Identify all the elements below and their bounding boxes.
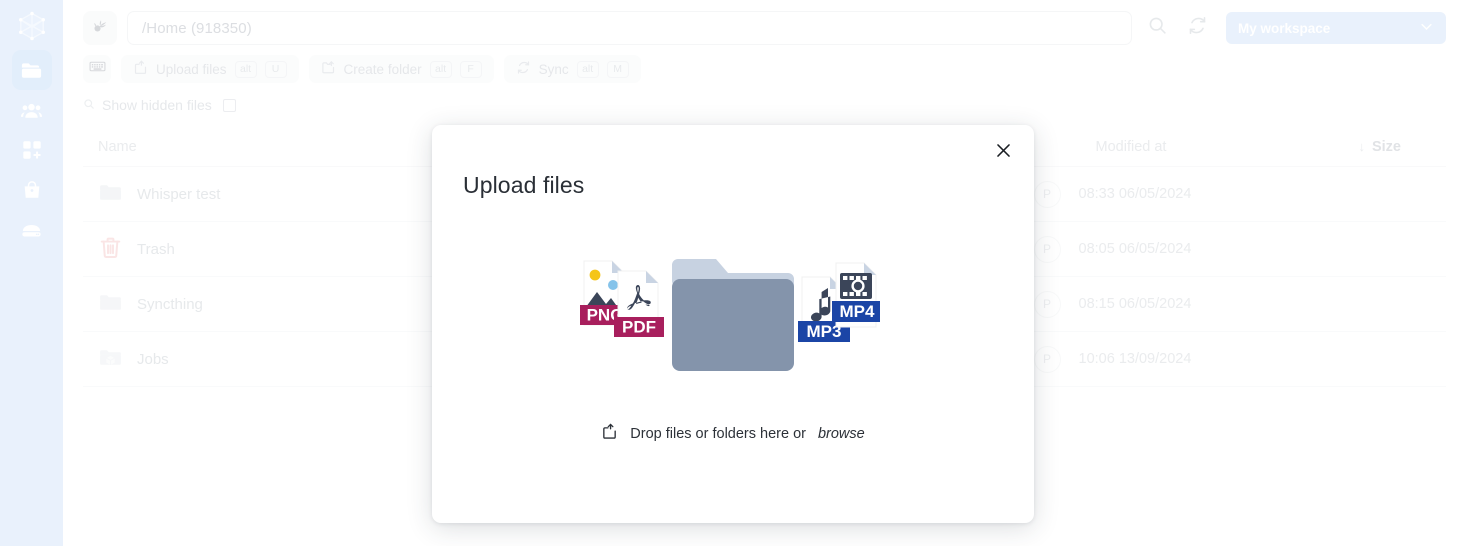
row-modified-label: 08:33 06/05/2024 xyxy=(1078,186,1192,202)
row-name-label: Whisper test xyxy=(137,185,221,203)
upload-icon xyxy=(133,60,148,78)
folder-icon xyxy=(98,290,123,319)
create-folder-label: Create folder xyxy=(343,61,422,77)
sidebar-item-server[interactable] xyxy=(12,210,52,250)
sync-key-letter: M xyxy=(606,60,629,78)
sidebar-item-users[interactable] xyxy=(12,90,52,130)
users-icon xyxy=(20,99,43,122)
close-button[interactable] xyxy=(988,138,1018,168)
keyboard-shortcuts-button[interactable] xyxy=(83,55,111,83)
upload-files-dialog: Upload files PNG PDF MP3 MP4 Drop files … xyxy=(432,125,1034,523)
sidebar-item-logo[interactable] xyxy=(12,6,52,46)
olive-branch-button[interactable] xyxy=(83,11,117,45)
server-icon xyxy=(20,219,43,242)
search-icon xyxy=(1147,15,1168,41)
sidebar-item-files[interactable] xyxy=(11,50,52,90)
apps-add-icon xyxy=(21,139,43,161)
create-folder-key-alt: alt xyxy=(429,60,452,78)
sync-button[interactable]: Sync alt M xyxy=(503,55,641,83)
keyboard-icon xyxy=(89,58,106,80)
folder-icon xyxy=(20,59,43,82)
row-modified-label: 08:05 06/05/2024 xyxy=(1078,241,1192,257)
toolbar: Upload files alt U Create folder alt F S… xyxy=(63,45,1458,83)
file-types-illustration: PNG PDF MP3 MP4 xyxy=(580,259,880,371)
upload-icon xyxy=(601,423,618,444)
olive-branch-icon xyxy=(90,15,111,41)
svg-text:MP4: MP4 xyxy=(840,302,876,321)
row-name-label: Trash xyxy=(137,240,175,258)
sidebar-item-store[interactable] xyxy=(12,170,52,210)
mp4-file-card: MP4 xyxy=(832,262,880,328)
svg-text:PDF: PDF xyxy=(622,318,656,337)
sync-icon xyxy=(516,60,531,78)
sidebar-item-apps[interactable] xyxy=(12,130,52,170)
pdf-file-card: PDF xyxy=(614,270,664,337)
workspace-label: My workspace xyxy=(1238,20,1331,36)
show-hidden-files-label: Show hidden files xyxy=(102,97,212,113)
avatar: P xyxy=(1033,235,1061,263)
create-folder-key-letter: F xyxy=(459,60,482,78)
create-folder-button[interactable]: Create folder alt F xyxy=(308,55,494,83)
column-header-size-label: Size xyxy=(1371,138,1401,155)
chevron-down-icon xyxy=(1419,19,1434,37)
path-input[interactable]: /Home (918350) xyxy=(127,11,1132,45)
upload-illustration: PNG PDF MP3 MP4 xyxy=(578,255,888,375)
folder-icon xyxy=(98,180,123,209)
dropzone-text: Drop files or folders here or browse xyxy=(601,423,865,444)
refresh-button[interactable] xyxy=(1182,13,1212,43)
file-manager-window: /Home (918350) My workspace Upload files… xyxy=(0,0,1458,546)
avatar: P xyxy=(1033,345,1061,373)
search-small-icon xyxy=(83,97,95,113)
dropzone-text-prefix: Drop files or folders here or xyxy=(630,425,806,442)
row-modified-label: 10:06 13/09/2024 xyxy=(1078,351,1192,367)
column-header-size[interactable]: ↓ Size xyxy=(1281,139,1401,155)
show-hidden-files-checkbox[interactable] xyxy=(222,98,236,112)
upload-files-key-letter: U xyxy=(264,60,287,78)
row-name-label: Jobs xyxy=(137,350,169,368)
search-button[interactable] xyxy=(1142,13,1172,43)
avatar: P xyxy=(1033,290,1061,318)
sort-arrow-icon: ↓ xyxy=(1358,139,1365,154)
sync-key-alt: alt xyxy=(576,60,599,78)
sync-label: Sync xyxy=(538,61,569,77)
upload-files-button[interactable]: Upload files alt U xyxy=(121,55,299,83)
row-modified-label: 08:15 06/05/2024 xyxy=(1078,296,1192,312)
top-bar: /Home (918350) My workspace xyxy=(63,0,1458,45)
upload-files-label: Upload files xyxy=(156,61,227,77)
browse-link[interactable]: browse xyxy=(818,426,865,442)
path-value: /Home (918350) xyxy=(142,19,252,37)
bag-icon xyxy=(21,179,43,201)
upload-files-key-alt: alt xyxy=(234,60,257,78)
trash-icon xyxy=(98,235,123,264)
row-name-label: Syncthing xyxy=(137,295,203,313)
sidebar xyxy=(0,0,63,546)
refresh-icon xyxy=(1187,15,1208,41)
folder-plus-icon xyxy=(321,60,336,78)
close-icon xyxy=(994,141,1013,165)
folder-illustration xyxy=(672,259,794,371)
show-hidden-files-row[interactable]: Show hidden files xyxy=(63,83,1458,113)
folder-box-icon xyxy=(98,345,123,374)
dialog-title: Upload files xyxy=(463,172,585,198)
workspace-selector[interactable]: My workspace xyxy=(1226,12,1446,44)
dropzone[interactable]: PNG PDF MP3 MP4 Drop files or folders he… xyxy=(432,235,1034,523)
avatar: P xyxy=(1033,180,1061,208)
network-logo-icon xyxy=(17,11,47,41)
